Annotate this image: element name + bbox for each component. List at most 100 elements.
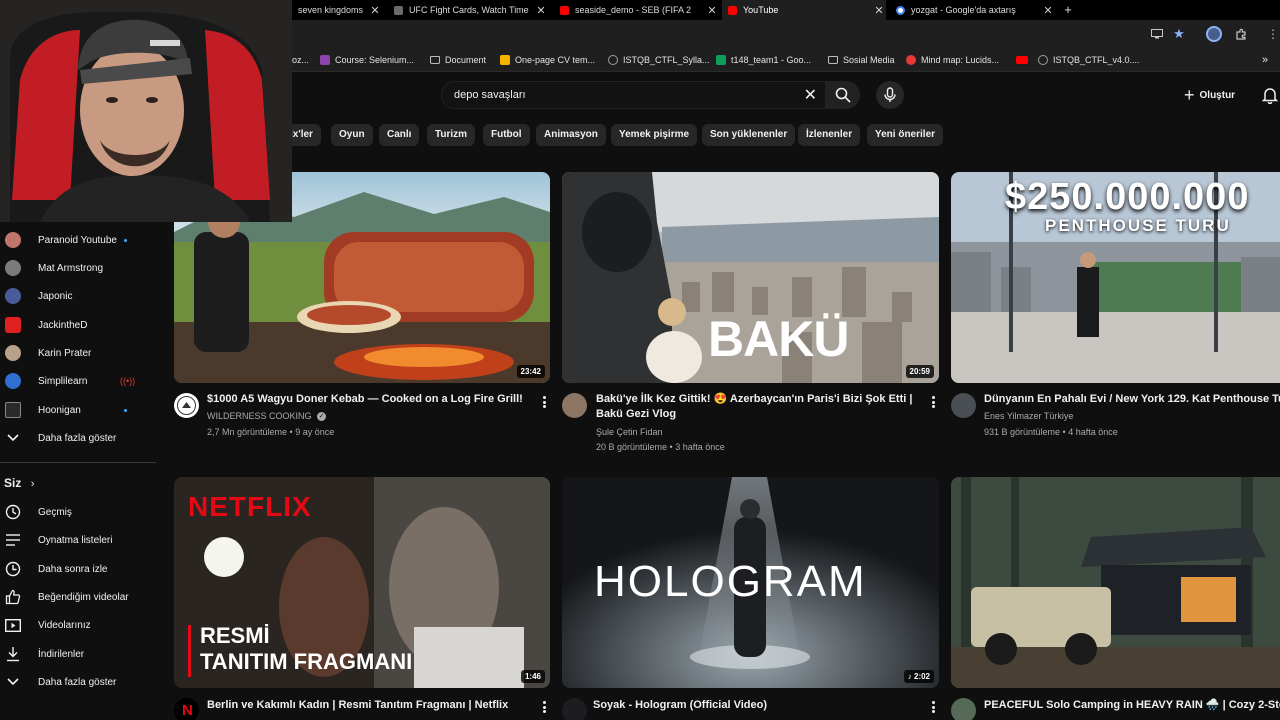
search-button[interactable]	[826, 81, 860, 109]
close-icon[interactable]: ✕	[534, 4, 548, 17]
more-actions-icon[interactable]	[539, 700, 549, 714]
more-actions-icon[interactable]	[539, 395, 549, 409]
you-section-heading[interactable]: Siz ›	[4, 476, 34, 490]
bookmark-item[interactable]: One-page CV tem...	[500, 48, 595, 72]
browser-tab[interactable]: yozgat - Google'da axtarış ✕	[890, 0, 1055, 20]
sidebar-item-liked-videos[interactable]: Beğendiğim videolar	[0, 583, 160, 611]
show-more-button[interactable]: Daha fazla göster	[0, 424, 160, 452]
close-icon[interactable]: ✕	[1041, 4, 1055, 17]
chevron-right-icon: ›	[30, 478, 35, 490]
sidebar-subscription-item[interactable]: Hoonigan	[0, 396, 160, 424]
browser-tab-active[interactable]: YouTube ✕	[722, 0, 886, 20]
more-actions-icon[interactable]	[928, 700, 938, 714]
sidebar-subscription-item[interactable]: Karin Prater	[0, 339, 160, 367]
bookmark-item[interactable]: oz...	[292, 48, 309, 72]
channel-avatar[interactable]	[562, 393, 587, 418]
video-title[interactable]: $1000 A5 Wagyu Doner Kebab — Cooked on a…	[207, 392, 537, 407]
channel-avatar[interactable]	[562, 698, 587, 720]
extensions-icon[interactable]	[1234, 27, 1248, 41]
close-icon[interactable]: ✕	[872, 4, 886, 17]
bookmark-folder[interactable]: Document	[430, 48, 486, 72]
verified-icon: ✓	[317, 412, 327, 422]
browser-tab[interactable]: seaside_demo - SEB (FIFA 2 ✕	[554, 0, 719, 20]
clear-search-icon[interactable]: ✕	[804, 85, 817, 105]
bookmark-star-icon[interactable]: ★	[1172, 26, 1186, 41]
sidebar-subscription-item[interactable]: Mat Armstrong	[0, 254, 160, 282]
browser-tab[interactable]: seven kingdoms ✕	[292, 0, 382, 20]
channel-avatar[interactable]	[174, 393, 199, 418]
chip[interactable]: Yemek pişirme	[611, 124, 698, 146]
video-title[interactable]: Bakü'ye İlk Kez Gittik! 😍 Azerbaycan'ın …	[596, 392, 926, 422]
bookmark-item[interactable]	[1016, 48, 1033, 72]
sidebar-item-your-videos[interactable]: Videolarınız	[0, 611, 160, 639]
microphone-icon	[884, 87, 896, 102]
bookmark-item[interactable]: t148_team1 - Goo...	[716, 48, 811, 72]
video-title[interactable]: PEACEFUL Solo Camping in HEAVY RAIN 🌧️ |…	[984, 698, 1280, 713]
streamer-webcam-image	[0, 0, 292, 222]
sidebar-subscription-item[interactable]: JackintheD	[0, 311, 160, 339]
bookmark-item[interactable]: Course: Selenium...	[320, 48, 414, 72]
channel-avatar[interactable]	[951, 698, 976, 720]
browser-tab[interactable]: UFC Fight Cards, Watch Time ✕	[388, 0, 548, 20]
chip[interactable]: İzlenenler	[798, 124, 861, 146]
install-app-icon[interactable]	[1150, 27, 1164, 41]
close-icon[interactable]: ✕	[705, 4, 719, 17]
bookmark-item[interactable]: ISTQB_CTFL_Sylla...	[608, 48, 710, 72]
sidebar-subscription-item[interactable]: Simplilearn ((•))	[0, 367, 160, 395]
chip[interactable]: Futbol	[483, 124, 530, 146]
chip[interactable]: Canlı	[379, 124, 420, 146]
bookmark-item[interactable]: ISTQB_CTFL_v4.0....	[1038, 48, 1140, 72]
sidebar-item-downloads[interactable]: İndirilenler	[0, 640, 160, 668]
sidebar-item-label: Hoonigan	[38, 404, 81, 416]
channel-avatar	[4, 373, 21, 390]
video-thumbnail[interactable]: $250.000.000 PENTHOUSE TURU	[951, 172, 1280, 383]
channel-name[interactable]: Şule Çetin Fidan	[596, 425, 663, 440]
show-more-button[interactable]: Daha fazla göster	[0, 668, 160, 696]
chip[interactable]: Yeni öneriler	[867, 124, 944, 146]
sidebar-item-watch-later[interactable]: Daha sonra izle	[0, 555, 160, 583]
video-thumbnail[interactable]: HOLOGRAM ♪ 2:02	[562, 477, 939, 688]
create-button[interactable]: + Oluştur	[1184, 84, 1235, 106]
video-title[interactable]: Berlin ve Kakımlı Kadın | Resmi Tanıtım …	[207, 698, 537, 713]
chevron-down-icon	[4, 430, 21, 447]
sidebar-subscription-item[interactable]: Japonic	[0, 282, 160, 310]
more-actions-icon[interactable]	[928, 395, 938, 409]
bookmark-label: Course: Selenium...	[335, 55, 415, 65]
sidebar-subscription-item[interactable]: Paranoid Youtube	[0, 226, 160, 254]
more-bookmarks-icon[interactable]: »	[1262, 48, 1268, 72]
camping-thumbnail-image	[951, 477, 1280, 688]
chip[interactable]: Animasyon	[536, 124, 606, 146]
video-title[interactable]: Soyak - Hologram (Official Video)	[593, 698, 923, 713]
video-thumbnail[interactable]: NETFLIX RESMİ TANITIM FRAGMANI 1:46	[174, 477, 550, 688]
search-input[interactable]: depo savaşları	[454, 89, 526, 101]
globe-icon	[1038, 55, 1048, 65]
bookmark-favicon-icon	[320, 55, 330, 65]
browser-profile-avatar[interactable]	[1206, 26, 1222, 42]
chip[interactable]: Oyun	[331, 124, 373, 146]
search-box[interactable]: depo savaşları ✕	[441, 81, 826, 109]
voice-search-button[interactable]	[876, 81, 904, 109]
notifications-bell-icon[interactable]	[1261, 86, 1279, 105]
sidebar-item-playlists[interactable]: Oynatma listeleri	[0, 526, 160, 554]
channel-name[interactable]: WILDERNESS COOKING ✓	[207, 409, 327, 424]
video-thumbnail[interactable]: BAKÜ 20:59	[562, 172, 939, 383]
close-icon[interactable]: ✕	[368, 4, 382, 17]
bookmark-label: ISTQB_CTFL_Sylla...	[623, 55, 710, 65]
channel-avatar[interactable]: N	[174, 698, 199, 720]
chip[interactable]: Turizm	[427, 124, 476, 146]
channel-avatar[interactable]	[951, 393, 976, 418]
bookmark-favicon-icon	[500, 55, 510, 65]
thumbnail-subtitle-text: PENTHOUSE TURU	[1045, 216, 1231, 235]
chip[interactable]: Son yüklenenler	[702, 124, 796, 146]
video-title[interactable]: Dünyanın En Pahalı Evi / New York 129. K…	[984, 392, 1280, 407]
bookmark-folder[interactable]: Sosial Media	[828, 48, 895, 72]
menu-icon[interactable]: ⋮	[1266, 27, 1280, 41]
history-icon	[4, 504, 21, 521]
live-icon: ((•))	[120, 376, 136, 386]
video-thumbnail[interactable]	[951, 477, 1280, 688]
sidebar-item-history[interactable]: Geçmiş	[0, 498, 160, 526]
bookmark-label: Mind map: Lucids...	[921, 55, 1000, 65]
bookmark-item[interactable]: Mind map: Lucids...	[906, 48, 999, 72]
channel-name[interactable]: Enes Yilmazer Türkiye	[984, 409, 1073, 424]
new-tab-button[interactable]: +	[1060, 0, 1076, 20]
